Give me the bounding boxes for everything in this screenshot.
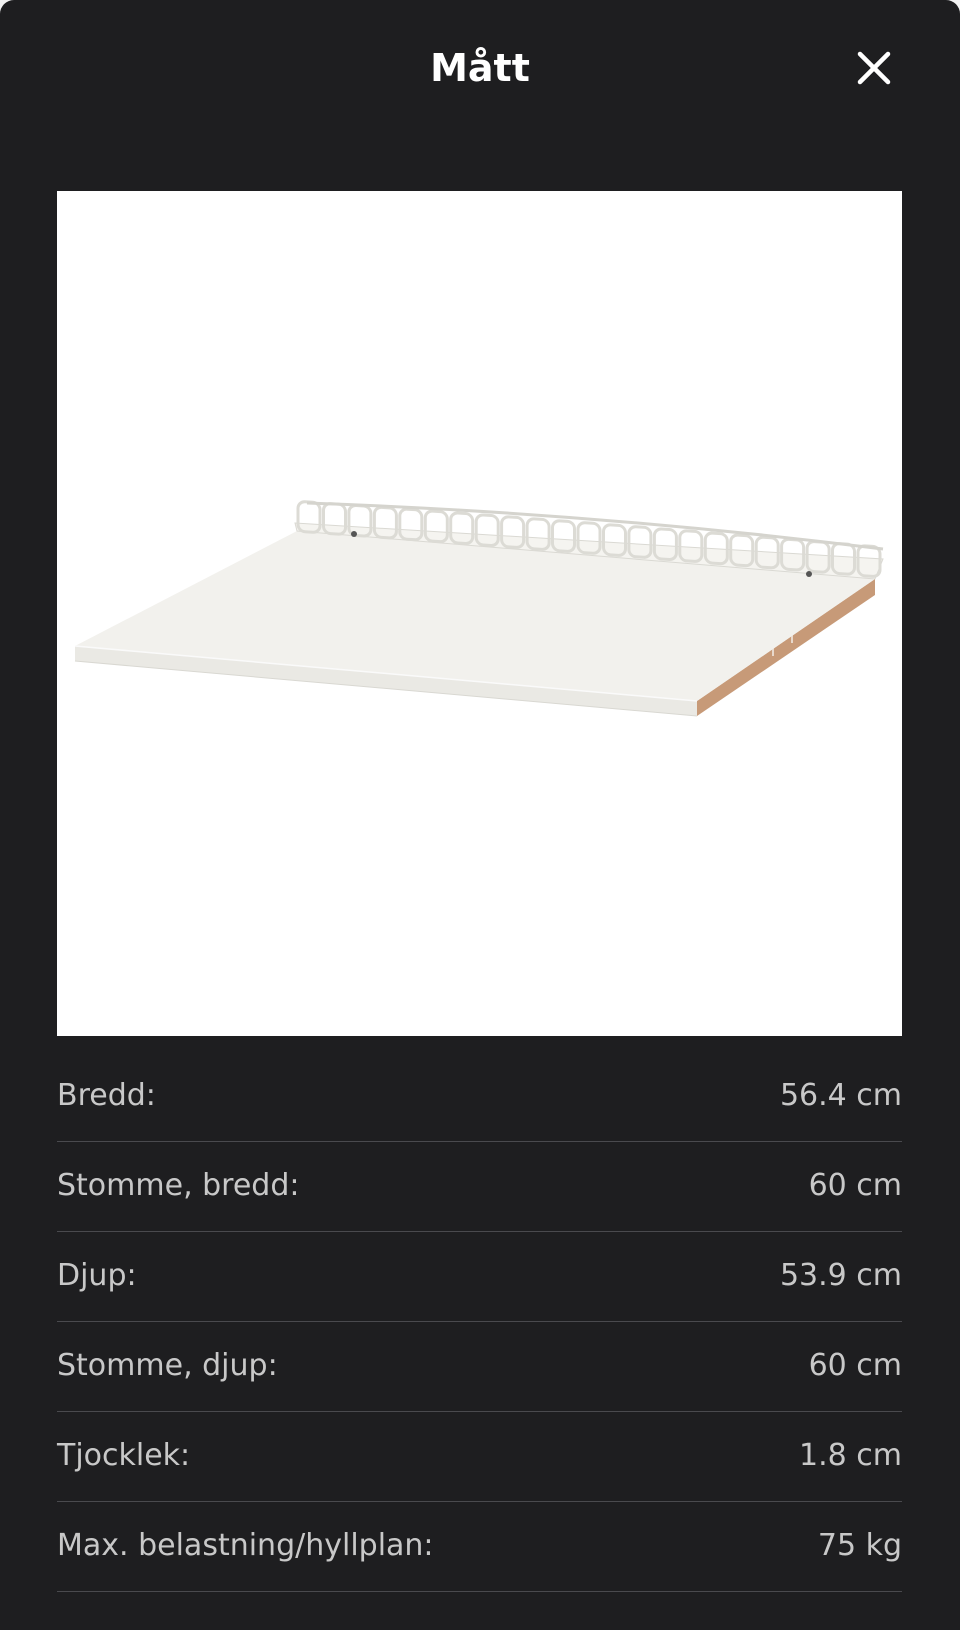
dimension-value: 56.4 cm — [779, 1077, 902, 1113]
sheet-title: Mått — [430, 46, 530, 90]
product-image — [57, 191, 902, 1036]
dimension-row-frame-depth: Stomme, djup: 60 cm — [57, 1322, 902, 1412]
dimension-label: Stomme, djup: — [57, 1347, 278, 1383]
close-icon — [857, 51, 891, 85]
dimension-value: 1.8 cm — [799, 1437, 902, 1473]
dimension-value: 60 cm — [808, 1167, 902, 1203]
shelf-illustration — [74, 500, 884, 717]
dimension-row-width: Bredd: 56.4 cm — [57, 1052, 902, 1142]
dimension-row-max-load: Max. belastning/hyllplan: 75 kg — [57, 1502, 902, 1592]
dimension-value: 53.9 cm — [779, 1257, 902, 1293]
dimension-label: Tjocklek: — [57, 1437, 191, 1473]
dimension-label: Bredd: — [57, 1077, 156, 1113]
dimension-row-frame-width: Stomme, bredd: 60 cm — [57, 1142, 902, 1232]
close-button[interactable] — [848, 42, 900, 94]
dimension-label: Max. belastning/hyllplan: — [57, 1527, 434, 1563]
dimension-value: 60 cm — [808, 1347, 902, 1383]
dimension-label: Stomme, bredd: — [57, 1167, 300, 1203]
dimensions-sheet: Mått Bredd: 56.4 cm Stomme, bredd: 60 cm… — [0, 0, 960, 1630]
sheet-header: Mått — [0, 0, 960, 136]
dimension-row-thickness: Tjocklek: 1.8 cm — [57, 1412, 902, 1502]
dimension-label: Djup: — [57, 1257, 137, 1293]
dimensions-list: Bredd: 56.4 cm Stomme, bredd: 60 cm Djup… — [57, 1052, 902, 1592]
dimension-row-depth: Djup: 53.9 cm — [57, 1232, 902, 1322]
dimension-value: 75 kg — [817, 1527, 902, 1563]
